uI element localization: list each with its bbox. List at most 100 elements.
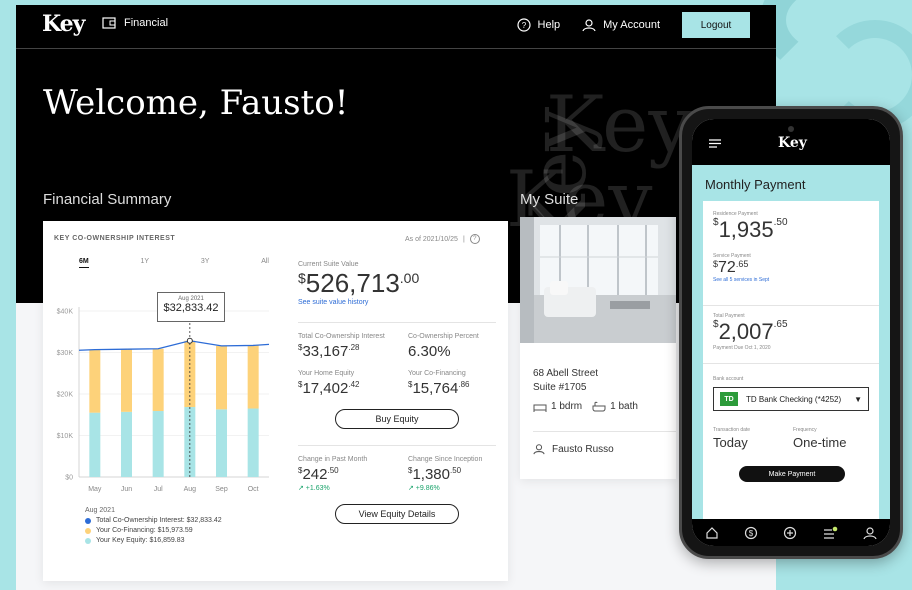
logout-button[interactable]: Logout bbox=[682, 12, 750, 38]
payment-due-date: Payment Due Oct 1, 2020 bbox=[713, 345, 771, 351]
bar-co-financing bbox=[216, 345, 227, 410]
help-icon: ? bbox=[516, 18, 531, 32]
transaction-date[interactable]: Transaction date Today bbox=[713, 427, 793, 450]
as-of-date: As of 2021/10/25 | ? bbox=[405, 234, 480, 244]
mobile-logo[interactable]: Key bbox=[778, 135, 807, 151]
tooltip-value: $32,833.42 bbox=[163, 302, 219, 314]
x-tick-label: Aug bbox=[184, 486, 197, 493]
highlight-point bbox=[186, 337, 193, 344]
value-cents: .50 bbox=[327, 466, 339, 475]
my-suite-card[interactable]: 68 Abell Street Suite #1705 1 bdrm 1 bat… bbox=[520, 217, 676, 479]
tab-1y[interactable]: 1Y bbox=[141, 258, 150, 268]
stat-label: Change in Past Month bbox=[298, 456, 368, 463]
tab-all[interactable]: All bbox=[261, 258, 269, 268]
change-percent: ↗ +1.63% bbox=[298, 485, 330, 492]
address-line: 68 Abell Street bbox=[533, 368, 599, 379]
chart-title: KEY CO-OWNERSHIP INTEREST bbox=[54, 235, 176, 242]
bedrooms: 1 bdrm bbox=[533, 401, 582, 412]
divider bbox=[533, 431, 676, 432]
stat-value: $242.50 bbox=[298, 466, 408, 483]
bath-icon bbox=[592, 401, 606, 412]
legend-label: Total Co-Ownership Interest: $32,833.42 bbox=[96, 517, 222, 524]
info-icon[interactable]: ? bbox=[469, 234, 480, 244]
y-tick-label: $20K bbox=[57, 392, 74, 399]
user-icon bbox=[533, 444, 545, 455]
tab-6m[interactable]: 6M bbox=[79, 258, 89, 268]
monthly-payment-title: Monthly Payment bbox=[705, 177, 806, 192]
suite-value-label: Current Suite Value bbox=[298, 261, 359, 268]
help-link[interactable]: ? Help bbox=[516, 18, 561, 32]
services-link[interactable]: See all 5 services in Sept bbox=[713, 277, 769, 283]
service-payment: Service Payment $72.65 See all 5 service… bbox=[713, 253, 769, 283]
transaction-row: Transaction date Today Frequency One-tim… bbox=[713, 427, 873, 450]
value-whole: 72 bbox=[718, 259, 736, 276]
bank-logo-icon: TD bbox=[720, 392, 738, 406]
x-tick-label: Sep bbox=[215, 486, 228, 493]
value-whole: 2,007 bbox=[718, 319, 774, 344]
legend-dot bbox=[85, 527, 91, 534]
add-icon[interactable] bbox=[783, 526, 797, 540]
view-equity-details-button[interactable]: View Equity Details bbox=[335, 504, 459, 524]
tab-3y[interactable]: 3Y bbox=[201, 258, 210, 268]
camera-dot bbox=[788, 126, 794, 132]
payment-value: $1,935.50 bbox=[713, 217, 788, 243]
as-of-separator: | bbox=[462, 235, 465, 243]
change-grid: Change in Past Month $242.50 ↗ +1.63% Ch… bbox=[298, 456, 496, 492]
divider bbox=[703, 305, 879, 306]
dollar-icon[interactable]: $ bbox=[744, 526, 758, 540]
x-tick-label: Jul bbox=[154, 486, 163, 493]
mobile-header: Key bbox=[692, 119, 890, 165]
nav-financial-label: Financial bbox=[124, 17, 169, 29]
make-payment-button[interactable]: Make Payment bbox=[739, 466, 845, 482]
suite-value-history-link[interactable]: See suite value history bbox=[298, 299, 496, 306]
my-account-label: My Account bbox=[603, 19, 660, 31]
suite-features: 1 bdrm 1 bath bbox=[533, 401, 638, 412]
mobile-body: Monthly Payment Residence Payment $1,935… bbox=[692, 165, 890, 519]
bar-co-financing bbox=[152, 348, 164, 412]
stat-value: 6.30% bbox=[408, 343, 451, 360]
buy-equity-button[interactable]: Buy Equity bbox=[335, 409, 459, 429]
mobile-tab-bar: $ bbox=[692, 519, 890, 546]
mobile-phone: Key Monthly Payment Residence Payment $1… bbox=[679, 106, 903, 559]
wallet-icon bbox=[102, 17, 116, 29]
home-icon[interactable] bbox=[705, 526, 719, 540]
divider bbox=[703, 363, 879, 364]
legend-label: Your Co-Financing: $15,973.59 bbox=[96, 527, 193, 534]
bar-key-equity bbox=[216, 409, 227, 477]
value-cents: .28 bbox=[348, 343, 360, 352]
value-whole: 17,402 bbox=[302, 380, 349, 397]
menu-icon[interactable] bbox=[709, 139, 721, 148]
key-logo[interactable]: Key bbox=[42, 11, 85, 37]
bank-account-select[interactable]: TD TD Bank Checking (*4252) ▼ bbox=[713, 387, 869, 411]
value-cents: .00 bbox=[399, 270, 420, 286]
my-account-link[interactable]: My Account bbox=[582, 18, 660, 32]
legend-title: Aug 2021 bbox=[85, 507, 115, 514]
bar-co-financing bbox=[89, 349, 101, 413]
bed-icon bbox=[533, 404, 547, 412]
desktop-app: Key Key Key Key Financial ? Help My Acco… bbox=[16, 5, 776, 590]
legend-dot bbox=[85, 537, 91, 544]
stat-value: $33,167.28 bbox=[298, 343, 408, 360]
bank-account-value: TD Bank Checking (*4252) bbox=[746, 394, 842, 404]
bathrooms-label: 1 bath bbox=[610, 401, 638, 412]
co-ownership-percent: Co-Ownership Percent 6.30% bbox=[408, 333, 498, 360]
top-nav: Key Financial ? Help My Account Logout bbox=[16, 5, 776, 49]
bank-account-label: Bank account bbox=[713, 376, 744, 382]
frequency-label: Frequency bbox=[793, 427, 817, 433]
user-icon[interactable] bbox=[863, 526, 877, 540]
stat-label: Total Co-Ownership Interest bbox=[298, 333, 385, 340]
stat-label: Your Home Equity bbox=[298, 370, 355, 377]
list-icon[interactable] bbox=[822, 526, 838, 540]
currency-symbol: $ bbox=[298, 270, 306, 286]
your-co-financing: Your Co-Financing $15,764.86 bbox=[408, 370, 498, 397]
y-tick-label: $40K bbox=[57, 309, 74, 316]
frequency[interactable]: Frequency One-time bbox=[793, 427, 873, 450]
help-label: Help bbox=[537, 19, 561, 31]
bar-key-equity bbox=[152, 411, 164, 477]
svg-text:?: ? bbox=[521, 21, 526, 30]
stat-value: $17,402.42 bbox=[298, 380, 408, 397]
suite-photo-illustration bbox=[520, 217, 676, 343]
nav-financial[interactable]: Financial bbox=[102, 17, 168, 29]
payment-card: Residence Payment $1,935.50 Service Paym… bbox=[703, 201, 879, 519]
chart-legend: Aug 2021 Total Co-Ownership Interest: $3… bbox=[85, 507, 222, 544]
